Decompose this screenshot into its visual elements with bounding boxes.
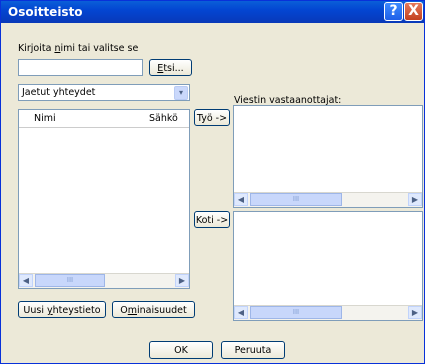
ok-button[interactable]: OK [149, 341, 213, 359]
new-contact-button[interactable]: Uusi yhteystieto [18, 301, 106, 318]
cancel-button[interactable]: Peruuta [221, 341, 285, 359]
scroll-left-icon[interactable]: ◀ [234, 193, 248, 206]
search-label: Kirjoita nimi tai valitse se [18, 43, 139, 54]
scroll-left-icon[interactable]: ◀ [19, 274, 33, 287]
home-hscrollbar[interactable]: ◀ III ▶ [234, 305, 422, 320]
scroll-thumb[interactable]: III [35, 274, 105, 287]
scroll-right-icon[interactable]: ▶ [408, 306, 422, 319]
scroll-right-icon[interactable]: ▶ [175, 274, 189, 287]
properties-button[interactable]: Ominaisuudet [112, 301, 195, 318]
contacts-list[interactable]: Nimi Sähkö ◀ III ▶ [18, 109, 190, 289]
add-work-button[interactable]: Työ -> [194, 109, 230, 126]
title-bar[interactable]: Osoitteisto ? X [1, 1, 424, 23]
address-book-dialog: Osoitteisto ? X Kirjoita nimi tai valits… [0, 0, 425, 364]
scroll-left-icon[interactable]: ◀ [234, 306, 248, 319]
column-name[interactable]: Nimi [34, 113, 56, 124]
help-button[interactable]: ? [384, 2, 403, 21]
close-button[interactable]: X [404, 2, 423, 21]
work-recipients-list[interactable]: ◀ III ▶ [233, 105, 423, 208]
scroll-thumb[interactable]: III [250, 306, 342, 319]
work-hscrollbar[interactable]: ◀ III ▶ [234, 192, 422, 207]
home-recipients-list[interactable]: ◀ III ▶ [233, 211, 423, 321]
add-home-button[interactable]: Koti -> [194, 211, 230, 228]
contacts-hscrollbar[interactable]: ◀ III ▶ [19, 273, 189, 288]
contacts-list-header: Nimi Sähkö [19, 110, 189, 128]
column-email[interactable]: Sähkö [149, 113, 178, 124]
scroll-right-icon[interactable]: ▶ [408, 193, 422, 206]
find-button[interactable]: Etsi... [149, 59, 192, 76]
search-input[interactable] [18, 59, 143, 76]
scroll-thumb[interactable]: III [250, 193, 342, 206]
help-icon: ? [389, 3, 398, 19]
close-icon: X [408, 3, 419, 19]
source-select[interactable]: Jaetut yhteydet ▾ [18, 84, 190, 101]
dialog-title: Osoitteisto [8, 5, 83, 19]
chevron-down-icon[interactable]: ▾ [174, 86, 188, 100]
